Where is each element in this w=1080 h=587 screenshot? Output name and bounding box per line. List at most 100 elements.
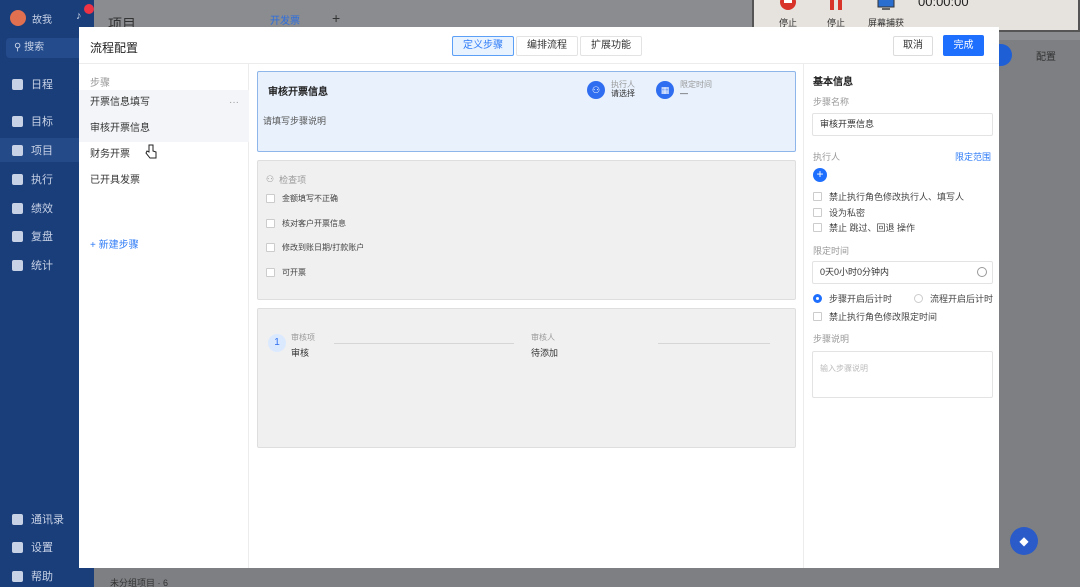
checklist-panel: ⚇ 检查项 金额填写不正确 核对客户开票信息 修改到账日期/打款账户 可开票 [257,160,796,300]
checkbox[interactable] [266,243,275,252]
pause-button[interactable]: 停止 [816,0,856,29]
nav-label: 帮助 [31,571,53,583]
modal-title: 流程配置 [90,41,139,55]
steps-section-label: 步骤 [90,78,110,89]
reviewer[interactable]: 审核人 待添加 [531,332,558,359]
step-item[interactable]: 已开具发票 [79,168,249,194]
radio-label: 流程开启后计时 [930,294,994,304]
step-label: 已开具发票 [90,175,140,186]
check-label: 禁止执行角色修改执行人、填写人 [829,192,965,202]
nav-label: 日程 [31,79,53,91]
config-button[interactable]: 配置 [1036,48,1056,63]
recording-time: 00:00:00 [918,0,969,9]
add-executor-icon[interactable]: + [813,168,827,182]
basic-info-panel: 基本信息 步骤名称 审核开票信息 执行人 限定范围 + 禁止执行角色修改执行人、… [803,64,999,568]
step-label: 财务开票 [90,149,130,160]
checkbox[interactable] [813,192,822,201]
check-item[interactable]: 金额填写不正确 [266,193,338,204]
steps-panel: 步骤 开票信息填写 ··· 审核开票信息 财务开票 已开具发票 + 新建步骤 [79,64,249,568]
radio-option[interactable]: 步骤开启后计时 [813,292,892,305]
executor-field[interactable]: ⚇ 执行人 请选择 [587,80,635,99]
reviewer-value: 待添加 [531,348,559,358]
checkbox[interactable] [266,219,275,228]
help-fab-icon[interactable]: ◆ [1010,527,1038,555]
review-panel: 1 审核项 审核 审核人 待添加 [257,308,796,448]
checkbox[interactable] [813,223,822,232]
tab-arrange-flow[interactable]: 编排流程 [516,36,578,56]
step-name-input[interactable]: 审核开票信息 [812,113,993,136]
executor-value: 请选择 [611,89,635,98]
step-item[interactable]: 财务开票 [79,142,249,168]
new-step-button[interactable]: + 新建步骤 [90,236,139,251]
tab-invoice[interactable]: 开发票 [270,12,300,27]
radio[interactable] [914,294,923,303]
checkbox[interactable] [266,268,275,277]
check-item[interactable]: 禁止执行角色修改执行人、填写人 [813,190,964,203]
modal-tabs: 定义步骤 编排流程 扩展功能 [452,36,642,56]
check-item[interactable]: 可开票 [266,267,306,278]
check-item[interactable]: 核对客户开票信息 [266,218,346,229]
stop-icon [780,0,796,10]
search-input[interactable]: ⚲ 搜索 [6,38,88,58]
hand-cursor-icon [145,144,157,159]
help-icon [12,570,23,582]
more-icon[interactable]: ··· [229,90,239,116]
time-limit-field[interactable]: ▦ 限定时间 — [656,80,712,99]
background-button [998,44,1012,66]
check-label: 修改到账日期/打款账户 [282,243,365,252]
chart-icon [12,202,23,214]
checkbox[interactable] [813,208,822,217]
cancel-button[interactable]: 取消 [893,36,933,56]
avatar [10,10,26,26]
review-icon [12,230,23,242]
gear-icon [12,541,23,553]
user-icon: ⚇ [587,80,605,99]
nav-label: 通讯录 [31,514,64,526]
review-item-label: 审核项 [291,333,315,342]
check-item[interactable]: 禁止 跳过、回退 操作 [813,221,915,234]
review-item[interactable]: 审核项 审核 [291,332,315,359]
check-item[interactable]: 设为私密 [813,206,865,219]
step-label: 审核开票信息 [90,123,150,134]
radio[interactable] [813,294,822,303]
check-label: 核对客户开票信息 [282,219,346,228]
limit-range-link[interactable]: 限定范围 [955,150,991,163]
step-description[interactable]: 请填写步骤说明 [263,114,326,127]
step-card[interactable]: 审核开票信息 ⚇ 执行人 请选择 ▦ 限定时间 — 请填写步骤说明 [257,71,796,152]
add-tab-icon[interactable]: + [332,10,340,26]
nav-label: 统计 [31,260,53,272]
ungrouped-projects[interactable]: 未分组项目 · 6 [110,576,168,587]
step-name-label: 步骤名称 [813,97,850,107]
stop-button[interactable]: 停止 [768,0,808,29]
tab-extensions[interactable]: 扩展功能 [580,36,642,56]
check-item[interactable]: 修改到账日期/打款账户 [266,242,364,253]
executor-label: 执行人 [813,152,841,162]
bell-icon[interactable]: ♪ [76,4,94,24]
limit-time-input[interactable]: 0天0小时0分钟内 [812,261,993,284]
step-item[interactable]: 审核开票信息 [79,116,249,142]
nav-label: 执行 [31,174,53,186]
step-desc-label: 步骤说明 [813,334,850,344]
checkbox[interactable] [813,312,822,321]
done-button[interactable]: 完成 [943,35,984,56]
step-desc-textarea[interactable]: 输入步骤说明 [812,351,993,398]
monitor-icon [877,0,895,10]
radio-option[interactable]: 流程开启后计时 [914,292,993,305]
check-label: 金额填写不正确 [282,194,338,203]
step-item[interactable]: 开票信息填写 ··· [79,90,249,116]
modal-header: 流程配置 定义步骤 编排流程 扩展功能 取消 完成 [79,27,999,64]
time-limit-label: 限定时间 [680,80,712,89]
tab-define-steps[interactable]: 定义步骤 [452,36,514,56]
limit-time-value: 0天0小时0分钟内 [820,267,890,277]
nav-label: 设置 [31,542,53,554]
check-item[interactable]: 禁止执行角色修改限定时间 [813,310,937,323]
check-label: 禁止 跳过、回退 操作 [829,223,916,233]
process-config-modal: 流程配置 定义步骤 编排流程 扩展功能 取消 完成 步骤 开票信息填写 ··· … [79,27,999,568]
checklist-header: ⚇ 检查项 [266,173,306,186]
search-placeholder: 搜索 [24,42,45,53]
checkbox[interactable] [266,194,275,203]
screen-capture-button[interactable]: 屏幕捕获 [866,0,906,29]
user-gear-icon: ⚇ [266,174,275,184]
user-profile[interactable]: 故我 [10,10,52,26]
check-label: 可开票 [282,268,306,277]
